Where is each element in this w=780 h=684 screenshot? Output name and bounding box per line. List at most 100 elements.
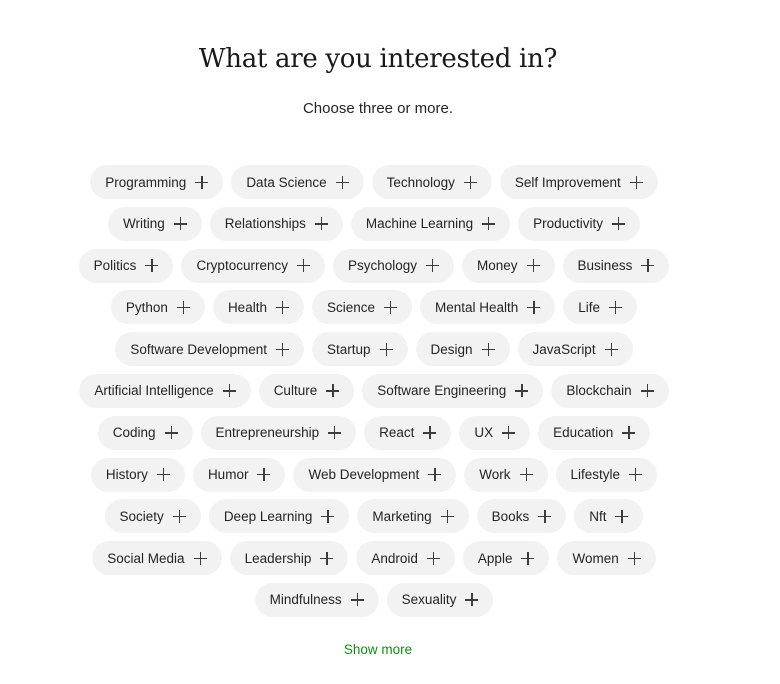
topic-label: Books [491, 508, 530, 524]
topic-pill-coding[interactable]: Coding [97, 415, 193, 450]
topic-pill-startup[interactable]: Startup [311, 332, 408, 367]
topic-row: Programming Data Science Technology Self Im… [90, 165, 658, 199]
topic-label: Artificial Intelligence [94, 383, 214, 399]
topic-pill-technology[interactable]: Technology [371, 165, 492, 199]
plus-icon [335, 175, 349, 189]
plus-icon [482, 217, 496, 231]
topic-label: Social Media [107, 550, 185, 566]
topic-row: Society Deep Learning Marketing Books Nft [104, 499, 644, 534]
topic-pill-work[interactable]: Work [464, 457, 548, 492]
topic-pill-artificial-intelligence[interactable]: Artificial Intelligence [79, 373, 251, 408]
topic-pill-life[interactable]: Life [563, 290, 638, 325]
topic-pill-react[interactable]: React [364, 415, 452, 450]
topic-pill-money[interactable]: Money [462, 248, 555, 283]
topic-pill-programming[interactable]: Programming [90, 165, 224, 199]
topic-pill-software-engineering[interactable]: Software Engineering [362, 373, 544, 408]
topic-label: History [105, 467, 148, 483]
topic-label: Nft [589, 508, 607, 524]
plus-icon [526, 259, 540, 273]
topic-pill-books[interactable]: Books [476, 499, 567, 534]
topic-label: JavaScript [532, 341, 596, 357]
topic-pill-marketing[interactable]: Marketing [357, 499, 469, 534]
topic-pill-productivity[interactable]: Productivity [518, 206, 640, 241]
topic-label: Mindfulness [269, 592, 342, 608]
plus-icon [640, 384, 654, 398]
topic-pill-web-development[interactable]: Web Development [293, 457, 457, 492]
topic-pill-women[interactable]: Women [557, 541, 656, 576]
topic-label: React [379, 425, 415, 441]
topic-pill-android[interactable]: Android [356, 541, 455, 576]
topic-selection-page: What are you interested in? Choose three… [0, 0, 780, 684]
topic-label: Apple [477, 550, 513, 566]
plus-icon [195, 175, 209, 189]
topic-list: Programming Data Science Technology Self Im… [60, 165, 688, 625]
topic-pill-blockchain[interactable]: Blockchain [551, 373, 669, 408]
topic-pill-culture[interactable]: Culture [258, 373, 355, 408]
topic-pill-entrepreneurship[interactable]: Entrepreneurship [200, 415, 357, 450]
topic-pill-apple[interactable]: Apple [462, 541, 550, 576]
topic-pill-cryptocurrency[interactable]: Cryptocurrency [181, 248, 325, 283]
topic-pill-nft[interactable]: Nft [574, 499, 644, 534]
topic-label: Education [553, 425, 614, 441]
topic-pill-business[interactable]: Business [562, 248, 670, 283]
topic-label: Machine Learning [365, 216, 474, 232]
topic-pill-lifestyle[interactable]: Lifestyle [555, 457, 658, 492]
topic-label: Blockchain [566, 383, 632, 399]
topic-pill-education[interactable]: Education [538, 415, 651, 450]
plus-icon [519, 468, 533, 482]
topic-pill-mindfulness[interactable]: Mindfulness [254, 582, 379, 617]
topic-pill-deep-learning[interactable]: Deep Learning [208, 499, 350, 534]
topic-label: Sexuality [401, 592, 457, 608]
topic-pill-science[interactable]: Science [311, 290, 412, 325]
topic-pill-data-science[interactable]: Data Science [231, 165, 364, 199]
plus-icon [465, 593, 479, 607]
plus-icon [328, 426, 342, 440]
plus-icon [521, 551, 535, 565]
plus-icon [629, 175, 643, 189]
plus-icon [615, 509, 629, 523]
plus-icon [173, 217, 187, 231]
topic-pill-social-media[interactable]: Social Media [92, 541, 222, 576]
topic-pill-history[interactable]: History [90, 457, 185, 492]
plus-icon [627, 551, 641, 565]
topic-label: Startup [326, 341, 371, 357]
topic-pill-leadership[interactable]: Leadership [229, 541, 349, 576]
topic-pill-javascript[interactable]: JavaScript [517, 332, 633, 367]
topic-label: Writing [123, 216, 165, 232]
topic-pill-sexuality[interactable]: Sexuality [386, 582, 494, 617]
topic-pill-self-improvement[interactable]: Self Improvement [499, 165, 658, 199]
topic-pill-software-development[interactable]: Software Development [115, 332, 304, 367]
topic-label: Data Science [246, 174, 327, 190]
plus-icon [426, 551, 440, 565]
topic-label: Deep Learning [223, 508, 313, 524]
topic-pill-python[interactable]: Python [110, 290, 205, 325]
topic-pill-machine-learning[interactable]: Machine Learning [350, 206, 511, 241]
topic-row: Artificial Intelligence Culture Software E… [79, 373, 669, 408]
topic-label: Android [371, 550, 418, 566]
topic-pill-health[interactable]: Health [212, 290, 304, 325]
topic-row: Python Health Science Mental Health Life [110, 290, 638, 325]
page-subtitle: Choose three or more. [302, 100, 454, 117]
topic-pill-society[interactable]: Society [104, 499, 201, 534]
topic-pill-humor[interactable]: Humor [192, 457, 286, 492]
plus-icon [538, 509, 552, 523]
topic-pill-ux[interactable]: UX [459, 415, 531, 450]
topic-label: Culture [273, 383, 318, 399]
topic-pill-writing[interactable]: Writing [108, 206, 202, 241]
topic-pill-psychology[interactable]: Psychology [332, 248, 455, 283]
topic-pill-design[interactable]: Design [415, 332, 510, 367]
topic-label: Marketing [372, 508, 432, 524]
topic-label: UX [474, 425, 494, 441]
topic-row: Social Media Leadership Android Apple Women [92, 541, 656, 576]
topic-label: Cryptocurrency [196, 258, 288, 274]
topic-label: Leadership [244, 550, 312, 566]
plus-icon [222, 384, 236, 398]
topic-label: Coding [112, 425, 156, 441]
topic-pill-politics[interactable]: Politics [78, 248, 174, 283]
topic-label: Technology [386, 174, 455, 190]
plus-icon [641, 259, 655, 273]
topic-pill-mental-health[interactable]: Mental Health [420, 290, 556, 325]
topic-row: Coding Entrepreneurship React UX Education [97, 415, 651, 450]
show-more-button[interactable]: Show more [0, 642, 756, 657]
topic-pill-relationships[interactable]: Relationships [209, 206, 343, 241]
